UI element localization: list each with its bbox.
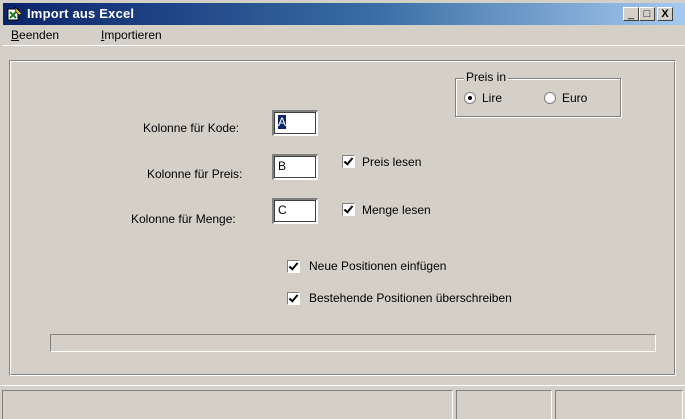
status-pane-right — [555, 390, 683, 419]
maximize-icon: □ — [643, 8, 651, 20]
currency-group-title: Preis in — [464, 70, 509, 84]
menu-beenden-label: eenden — [19, 28, 60, 42]
preis-lesen-label[interactable]: Preis lesen — [362, 155, 421, 169]
close-button[interactable]: X — [657, 7, 673, 21]
euro-radio[interactable] — [544, 92, 556, 104]
import-progress-bar — [50, 334, 656, 352]
maximize-button[interactable]: □ — [639, 7, 655, 21]
import-window: Import aus Excel _ □ X Beenden Importier… — [0, 0, 685, 419]
minimize-icon: _ — [627, 8, 635, 20]
preis-lesen-checkbox[interactable] — [342, 155, 355, 168]
preis-column-input[interactable]: B — [272, 154, 318, 180]
menu-importieren-label: mportieren — [104, 28, 162, 42]
kode-column-value: A — [278, 115, 287, 129]
minimize-button[interactable]: _ — [623, 7, 639, 21]
menge-column-label: Kolonne für Menge: — [131, 212, 236, 226]
lire-label[interactable]: Lire — [482, 91, 502, 105]
menge-column-input[interactable]: C — [272, 198, 318, 224]
status-pane-middle — [456, 390, 552, 419]
euro-label[interactable]: Euro — [562, 91, 587, 105]
preis-column-label: Kolonne für Preis: — [147, 167, 243, 181]
menu-beenden[interactable]: Beenden — [11, 28, 59, 42]
neue-positionen-label[interactable]: Neue Positionen einfügen — [309, 259, 446, 273]
menge-column-value: C — [278, 203, 287, 217]
kode-column-input[interactable]: A — [272, 110, 318, 136]
neue-positionen-checkbox[interactable] — [287, 260, 300, 273]
title-bar[interactable]: Import aus Excel _ □ X — [3, 3, 685, 25]
preis-column-value: B — [278, 159, 287, 173]
bestehende-positionen-label[interactable]: Bestehende Positionen überschreiben — [309, 291, 512, 305]
lire-radio[interactable] — [464, 92, 476, 104]
app-icon[interactable] — [7, 6, 23, 22]
window-title: Import aus Excel — [27, 6, 135, 21]
status-pane-main — [2, 390, 453, 419]
menu-beenden-accel: B — [11, 28, 20, 42]
menge-lesen-label[interactable]: Menge lesen — [362, 203, 431, 217]
close-icon: X — [661, 8, 669, 20]
menge-lesen-checkbox[interactable] — [342, 203, 355, 216]
menu-importieren[interactable]: Importieren — [101, 28, 162, 42]
kode-column-label: Kolonne für Kode: — [143, 121, 240, 135]
bestehende-positionen-checkbox[interactable] — [287, 292, 300, 305]
status-bar — [0, 385, 685, 419]
menu-bar: Beenden Importieren — [3, 25, 685, 46]
